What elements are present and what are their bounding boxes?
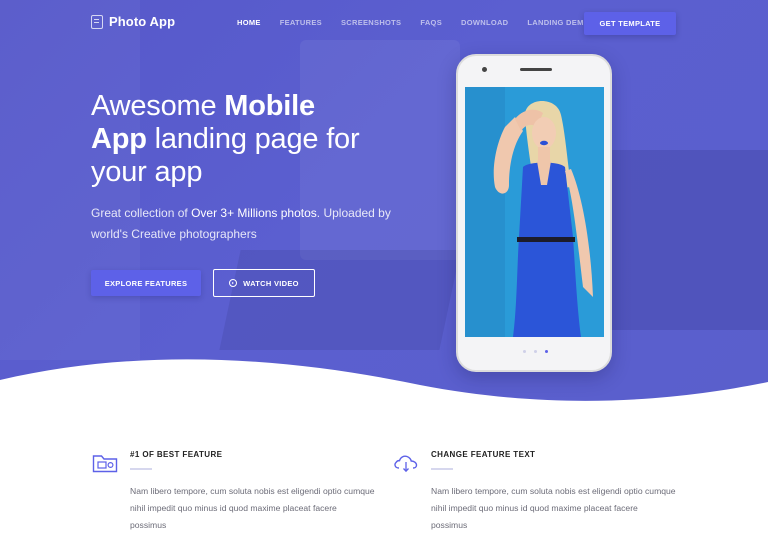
- feature-divider: [431, 468, 453, 470]
- nav-item-features[interactable]: FEATURES: [280, 18, 322, 27]
- app-screenshot: [465, 87, 604, 337]
- nav-item-faqs[interactable]: FAQS: [420, 18, 442, 27]
- hero-wave-divider: [0, 359, 768, 410]
- explore-features-button[interactable]: EXPLORE FEATURES: [91, 270, 201, 296]
- get-template-button[interactable]: GET TEMPLATE: [584, 12, 676, 35]
- phone-mockup: [456, 54, 612, 372]
- subtext-start: Great collection of: [91, 206, 192, 220]
- subtext-highlight: Over 3+ Millions photos: [191, 206, 317, 220]
- nav-item-download[interactable]: DOWNLOAD: [461, 18, 508, 27]
- watch-video-button[interactable]: WATCH VIDEO: [213, 269, 315, 297]
- carousel-dot[interactable]: [534, 350, 537, 353]
- headline-text: Awesome: [91, 90, 225, 122]
- hero-section: Photo App HOME FEATURES SCREENSHOTS FAQS…: [0, 0, 768, 410]
- nav-item-home[interactable]: HOME: [237, 18, 261, 27]
- hero-background-keyboard: [219, 250, 461, 350]
- headline-bold-mobile: Mobile: [224, 90, 315, 122]
- carousel-dot-active[interactable]: [545, 350, 548, 353]
- brand-name: Photo App: [109, 14, 176, 29]
- headline-bold-app: App: [91, 123, 147, 155]
- feature-description: Nam libero tempore, cum soluta nobis est…: [130, 486, 375, 530]
- feature-title: #1 OF BEST FEATURE: [130, 450, 223, 459]
- phone-speaker: [520, 68, 552, 71]
- hero-background-desk: [610, 150, 768, 330]
- play-circle-icon: [229, 279, 238, 287]
- model-photo: [465, 87, 604, 337]
- main-nav: HOME FEATURES SCREENSHOTS FAQS DOWNLOAD …: [237, 18, 622, 27]
- feature-title: CHANGE FEATURE TEXT: [431, 450, 536, 459]
- hero-headline: Awesome Mobile App landing page for your …: [91, 90, 421, 189]
- carousel-dots: [523, 350, 548, 353]
- nav-item-screenshots[interactable]: SCREENSHOTS: [341, 18, 401, 27]
- carousel-dot[interactable]: [523, 350, 526, 353]
- phone-camera: [482, 67, 487, 72]
- notebook-icon: [91, 14, 103, 29]
- feature-description: Nam libero tempore, cum soluta nobis est…: [431, 486, 676, 530]
- cloud-download-icon: [394, 455, 418, 473]
- logo[interactable]: Photo App: [91, 14, 175, 29]
- hero-subtext: Great collection of Over 3+ Millions pho…: [91, 203, 391, 245]
- feature-divider: [130, 468, 152, 470]
- photo-folder-icon: [92, 455, 118, 473]
- watch-video-label: WATCH VIDEO: [243, 278, 299, 288]
